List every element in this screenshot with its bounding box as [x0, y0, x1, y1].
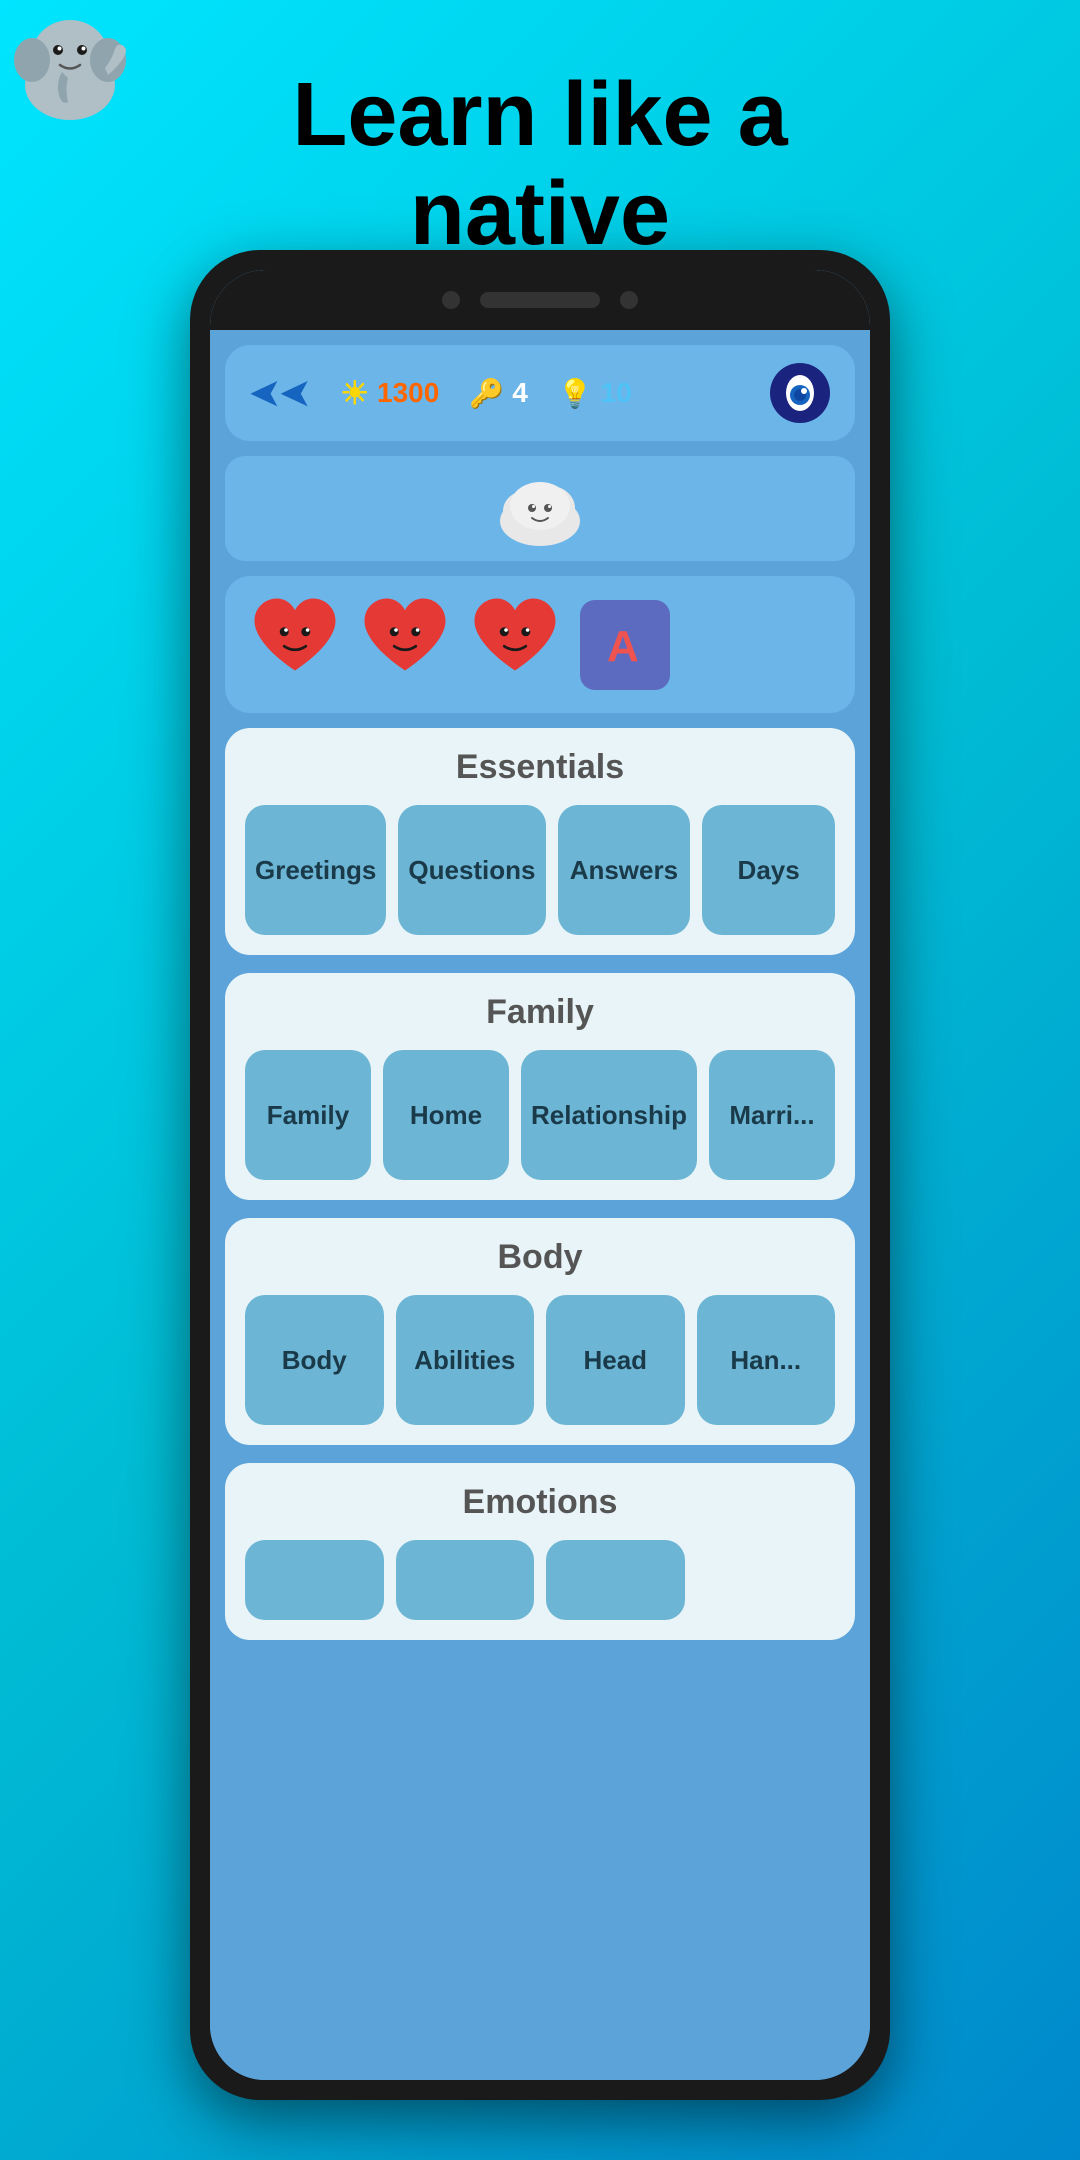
mascot-elephant — [10, 10, 130, 120]
headline: Learn like a native — [292, 66, 787, 264]
card-greetings[interactable]: Greetings — [245, 805, 386, 935]
key-stat: 🔑 4 — [469, 377, 527, 410]
essentials-grid: Greetings Questions Answers Days — [245, 805, 835, 935]
bulb-count: 10 — [601, 377, 632, 409]
body-grid: Body Abilities Head Han... — [245, 1295, 835, 1425]
letter-a-box[interactable]: A — [580, 600, 670, 690]
card-answers[interactable]: Answers — [558, 805, 691, 935]
card-days[interactable]: Days — [702, 805, 835, 935]
bulb-stat: 💡 10 — [558, 377, 632, 410]
sun-icon: ☀ — [340, 374, 369, 412]
key-count: 4 — [512, 377, 528, 409]
card-marriage[interactable]: Marri... — [709, 1050, 835, 1180]
heart-2 — [360, 594, 450, 695]
camera-dot-right — [620, 291, 638, 309]
family-grid: Family Home Relationship Marri... — [245, 1050, 835, 1180]
family-section: Family Family Home Relationship Marri... — [225, 973, 855, 1200]
card-head[interactable]: Head — [546, 1295, 685, 1425]
camera-bar — [210, 270, 870, 330]
lives-bar: A — [225, 576, 855, 713]
family-title: Family — [245, 993, 835, 1032]
card-states[interactable] — [546, 1540, 685, 1620]
stats-bar: ➤➤ ☀ 1300 🔑 4 💡 10 — [225, 345, 855, 441]
card-family[interactable]: Family — [245, 1050, 371, 1180]
eye-icon[interactable] — [770, 363, 830, 423]
sun-count: 1300 — [377, 377, 439, 409]
card-home[interactable]: Home — [383, 1050, 509, 1180]
phone-screen: ➤➤ ☀ 1300 🔑 4 💡 10 — [210, 270, 870, 2080]
essentials-title: Essentials — [245, 748, 835, 787]
body-section: Body Body Abilities Head Han... — [225, 1218, 855, 1445]
card-hands[interactable]: Han... — [697, 1295, 836, 1425]
essentials-section: Essentials Greetings Questions Answers D… — [225, 728, 855, 955]
card-emotions[interactable] — [245, 1540, 384, 1620]
cloud-mascot — [235, 466, 845, 551]
sun-stat: ☀ 1300 — [340, 374, 439, 412]
emotions-grid — [245, 1540, 835, 1620]
card-body[interactable]: Body — [245, 1295, 384, 1425]
card-relationship[interactable]: Relationship — [521, 1050, 697, 1180]
emotions-title: Emotions — [245, 1483, 835, 1522]
body-title: Body — [245, 1238, 835, 1277]
phone-frame: ➤➤ ☀ 1300 🔑 4 💡 10 — [190, 250, 890, 2100]
bulb-icon: 💡 — [558, 377, 593, 410]
emotions-section: Emotions — [225, 1463, 855, 1640]
card-abilities[interactable]: Abilities — [396, 1295, 535, 1425]
speaker — [480, 292, 600, 308]
back-arrow-icon[interactable]: ➤➤ — [250, 372, 310, 414]
svg-text:A: A — [607, 622, 639, 671]
heart-3 — [470, 594, 560, 695]
camera-dot-left — [442, 291, 460, 309]
card-questions[interactable]: Questions — [398, 805, 545, 935]
heart-1 — [250, 594, 340, 695]
card-feelings[interactable] — [396, 1540, 535, 1620]
app-content: ➤➤ ☀ 1300 🔑 4 💡 10 — [210, 330, 870, 2080]
key-icon: 🔑 — [469, 377, 504, 410]
